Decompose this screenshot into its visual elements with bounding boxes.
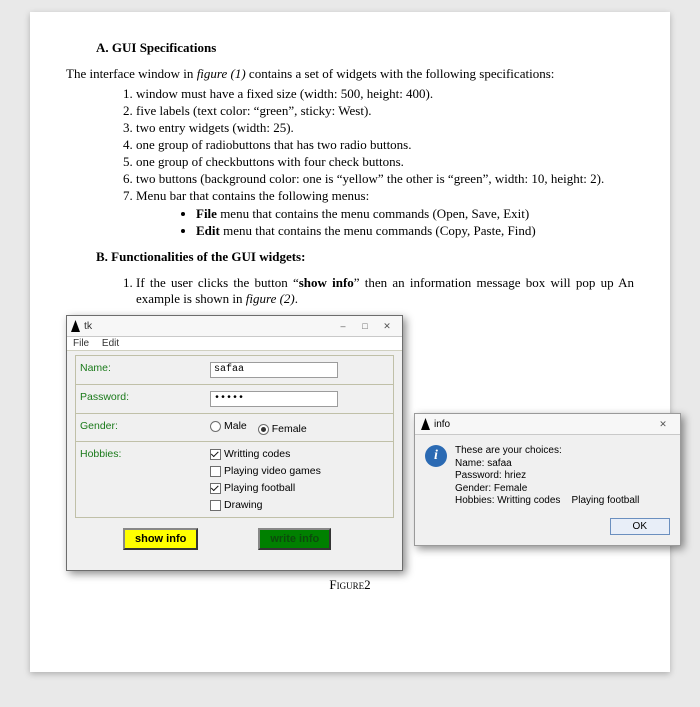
feather-icon bbox=[421, 418, 430, 430]
close-button[interactable]: ✕ bbox=[376, 318, 398, 334]
radio-male[interactable]: Male bbox=[210, 420, 247, 432]
feather-icon bbox=[71, 320, 80, 332]
minimize-button[interactable]: – bbox=[332, 318, 354, 334]
check-playing-video-games[interactable]: Playing video games bbox=[210, 465, 321, 477]
section-b-heading: B. Functionalities of the GUI widgets: bbox=[96, 249, 634, 265]
document-page: A. GUI Specifications The interface wind… bbox=[30, 12, 670, 672]
entry-password[interactable]: ••••• bbox=[210, 391, 338, 407]
spec-item: two buttons (background color: one is “y… bbox=[136, 171, 634, 187]
show-info-button[interactable]: show info bbox=[123, 528, 198, 550]
spec-list: window must have a fixed size (width: 50… bbox=[96, 86, 634, 204]
check-playing-football[interactable]: Playing football bbox=[210, 482, 321, 494]
tk-window: tk – □ ✕ File Edit Name: safaa Password: bbox=[66, 315, 403, 571]
info-titlebar: info ✕ bbox=[415, 414, 680, 435]
info-dialog: info ✕ i These are your choices: Name: s… bbox=[414, 413, 681, 546]
tk-menubar: File Edit bbox=[67, 337, 402, 351]
label-password: Password: bbox=[80, 391, 210, 403]
figure-area: tk – □ ✕ File Edit Name: safaa Password: bbox=[66, 315, 634, 575]
spec-item: window must have a fixed size (width: 50… bbox=[136, 86, 634, 102]
write-info-button[interactable]: write info bbox=[258, 528, 331, 550]
button-row: show info write info bbox=[115, 518, 394, 560]
menu-bullet: File menu that contains the menu command… bbox=[196, 206, 634, 222]
radio-female[interactable]: Female bbox=[258, 423, 307, 435]
spec-item: two entry widgets (width: 25). bbox=[136, 120, 634, 136]
check-drawing[interactable]: Drawing bbox=[210, 499, 321, 511]
menu-bullet: Edit menu that contains the menu command… bbox=[196, 223, 634, 239]
tk-titlebar: tk – □ ✕ bbox=[67, 316, 402, 337]
entry-name[interactable]: safaa bbox=[210, 362, 338, 378]
info-icon: i bbox=[425, 445, 447, 467]
label-hobbies: Hobbies: bbox=[80, 448, 210, 460]
info-title: info bbox=[434, 419, 652, 430]
func-list: If the user clicks the button “show info… bbox=[96, 275, 634, 307]
menu-file[interactable]: File bbox=[73, 338, 89, 349]
spec-item: one group of radiobuttons that has two r… bbox=[136, 137, 634, 153]
menu-bullets: File menu that contains the menu command… bbox=[156, 206, 634, 239]
label-gender: Gender: bbox=[80, 420, 210, 432]
func-item: If the user clicks the button “show info… bbox=[136, 275, 634, 307]
spec-item: one group of checkbuttons with four chec… bbox=[136, 154, 634, 170]
menu-edit[interactable]: Edit bbox=[102, 338, 119, 349]
maximize-button[interactable]: □ bbox=[354, 318, 376, 334]
section-a-intro: The interface window in figure (1) conta… bbox=[66, 66, 634, 82]
info-ok-button[interactable]: OK bbox=[610, 518, 670, 535]
spec-item: five labels (text color: “green”, sticky… bbox=[136, 103, 634, 119]
figure-caption: Figure2 bbox=[66, 577, 634, 593]
label-name: Name: bbox=[80, 362, 210, 374]
section-a-heading: A. GUI Specifications bbox=[96, 40, 634, 56]
check-writting-codes[interactable]: Writting codes bbox=[210, 448, 321, 460]
info-text: These are your choices: Name: safaa Pass… bbox=[455, 445, 639, 508]
info-close-button[interactable]: ✕ bbox=[652, 416, 674, 432]
tk-title: tk bbox=[84, 320, 332, 332]
spec-item: Menu bar that contains the following men… bbox=[136, 188, 634, 204]
